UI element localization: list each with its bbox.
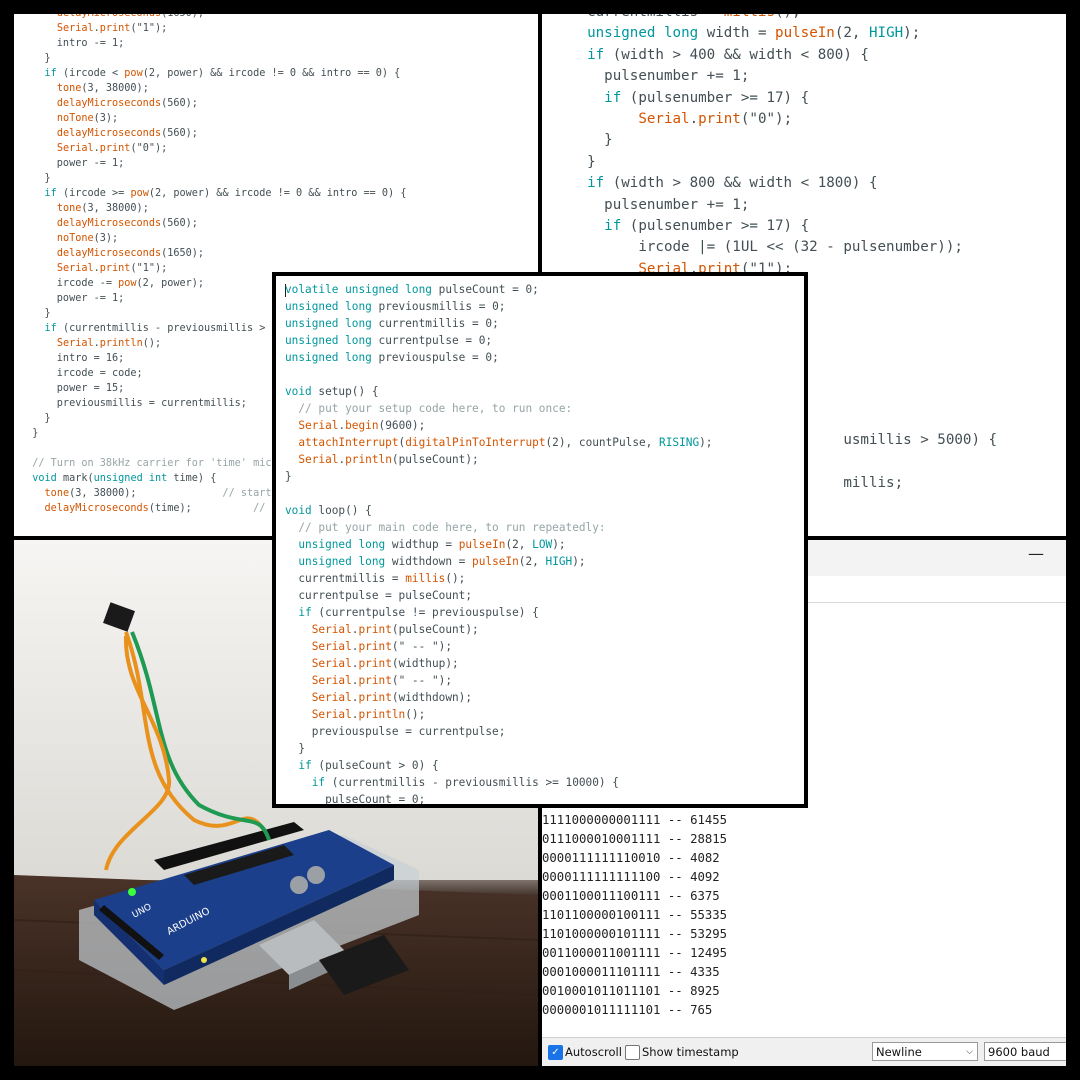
code-line: unsigned long widthdown = pulseIn(2, HIG… [298, 555, 586, 568]
code-line: if (currentmillis - previousmillis >= 10… [311, 776, 619, 789]
code-line: tone(3, 38000); [56, 83, 149, 94]
code-panel-center: volatile unsigned long pulseCount = 0; un… [272, 272, 808, 808]
timestamp-checkbox[interactable] [625, 1045, 640, 1060]
code-line: Serial.println(); [311, 708, 426, 721]
serial-line: 0000111111110010 -- 4082 [542, 851, 720, 865]
code-line: delayMicroseconds(1650); [56, 248, 205, 259]
code-line: Serial.print(" -- "); [311, 674, 453, 687]
code-line: void loop() { [285, 504, 372, 517]
code-line: ircode |= (1UL << (32 - pulsenumber)); [570, 239, 963, 256]
code-line: unsigned long previouspulse = 0; [285, 351, 499, 364]
code-line: noTone(3); [56, 113, 119, 124]
code-line: delayMicroseconds(560); [56, 98, 198, 109]
code-line: if (pulseCount > 0) { [298, 759, 439, 772]
line-ending-value: Newline [876, 1045, 922, 1059]
code-line: pulsenumber += 1; [570, 196, 750, 213]
serial-line: 0010001011011101 -- 8925 [542, 984, 720, 998]
serial-line: 0001000011101111 -- 4335 [542, 965, 720, 979]
code-line: Serial.print(" -- "); [311, 640, 453, 653]
code-line: void setup() { [285, 385, 379, 398]
code-line: pulseCount = 0; [285, 793, 426, 804]
code-line: Serial.print(pulseCount); [311, 623, 479, 636]
code-line: if (width > 400 && width < 800) { [587, 46, 869, 63]
code-line: unsigned long currentmillis = 0; [285, 317, 499, 330]
code-line: if (width > 800 && width < 1800) { [587, 175, 878, 192]
baud-value: 9600 baud [988, 1045, 1050, 1059]
code-line: if (pulsenumber >= 17) { [604, 217, 810, 234]
code-line: currentmillis = millis(); [570, 14, 1066, 23]
serial-line: 0011000011001111 -- 12495 [542, 946, 728, 960]
code-line: } [285, 470, 292, 483]
baud-select[interactable]: 9600 baud [984, 1042, 1066, 1061]
code-line: delayMicroseconds(560); [56, 218, 198, 229]
code-line: pulsenumber += 1; [570, 68, 750, 85]
code-line: Serial.println(pulseCount); [298, 453, 479, 466]
code-line: currentmillis = millis(); [285, 572, 466, 585]
code-line: } [570, 153, 596, 170]
code-line: unsigned long currentpulse = 0; [285, 334, 493, 347]
code-line: unsigned long widthup = pulseIn(2, LOW); [298, 538, 566, 551]
chevron-down-icon: ⌵ [966, 1047, 973, 1057]
code-line: delayMicroseconds(1650); [20, 14, 538, 21]
serial-footer: ✓ Autoscroll Show timestamp Newline ⌵ 96… [542, 1037, 1066, 1066]
serial-line: 0000001011111101 -- 765 [542, 1003, 713, 1017]
code-line: } [20, 53, 51, 64]
serial-line: 0000111111111100 -- 4092 [542, 870, 720, 884]
code-line: Serial.print(widthdown); [311, 691, 473, 704]
serial-line: 1101000000101111 -- 53295 [542, 927, 728, 941]
code-line: // put your main code here, to run repea… [285, 521, 606, 534]
code-line: power -= 1; [20, 158, 125, 169]
code-editor-text[interactable]: volatile unsigned long pulseCount = 0; un… [276, 281, 804, 804]
autoscroll-checkbox[interactable]: ✓ [548, 1045, 563, 1060]
code-line: Serial.print("0"); [56, 143, 168, 154]
code-line: } [570, 132, 613, 149]
serial-line: 0111000010001111 -- 28815 [542, 832, 728, 846]
code-line: unsigned long previousmillis = 0; [285, 300, 506, 313]
code-line: currentpulse = pulseCount; [285, 589, 473, 602]
code-line: } [285, 742, 306, 755]
code-line: unsigned long width = pulseIn(2, HIGH); [587, 25, 921, 42]
code-line: delayMicroseconds(560); [56, 128, 198, 139]
code-line: Serial.print("0"); [638, 110, 793, 127]
code-line: tone(3, 38000); [56, 203, 149, 214]
timestamp-label: Show timestamp [642, 1045, 739, 1059]
code-line: Serial.print("1"); [56, 23, 168, 34]
code-line: if (ircode >= pow(2, power) && ircode !=… [44, 188, 407, 199]
serial-output: 1011100001000111 -- 47175111100000000111… [542, 792, 727, 1020]
code-line: intro -= 1; [20, 38, 125, 49]
serial-line: 1111000000001111 -- 61455 [542, 813, 728, 827]
serial-line: 1101100000100111 -- 55335 [542, 908, 728, 922]
line-ending-select[interactable]: Newline ⌵ [872, 1042, 978, 1061]
code-line: if (ircode < pow(2, power) && ircode != … [44, 68, 401, 79]
code-line: volatile unsigned long pulseCount = 0; [285, 283, 539, 297]
serial-line: 0001100011100111 -- 6375 [542, 889, 720, 903]
code-line: noTone(3); [56, 233, 119, 244]
code-line: if (pulsenumber >= 17) { [604, 89, 810, 106]
code-line: Serial.begin(9600); [298, 419, 426, 432]
minimize-button[interactable]: — [1028, 544, 1044, 563]
autoscroll-label: Autoscroll [565, 1045, 622, 1059]
code-line: attachInterrupt(digitalPinToInterrupt(2)… [298, 436, 713, 449]
code-line: if (currentpulse != previouspulse) { [298, 606, 539, 619]
code-line: Serial.print(widthup); [311, 657, 459, 670]
code-line: } [20, 173, 51, 184]
code-line: previouspulse = currentpulse; [285, 725, 506, 738]
code-line: // put your setup code here, to run once… [285, 402, 573, 415]
